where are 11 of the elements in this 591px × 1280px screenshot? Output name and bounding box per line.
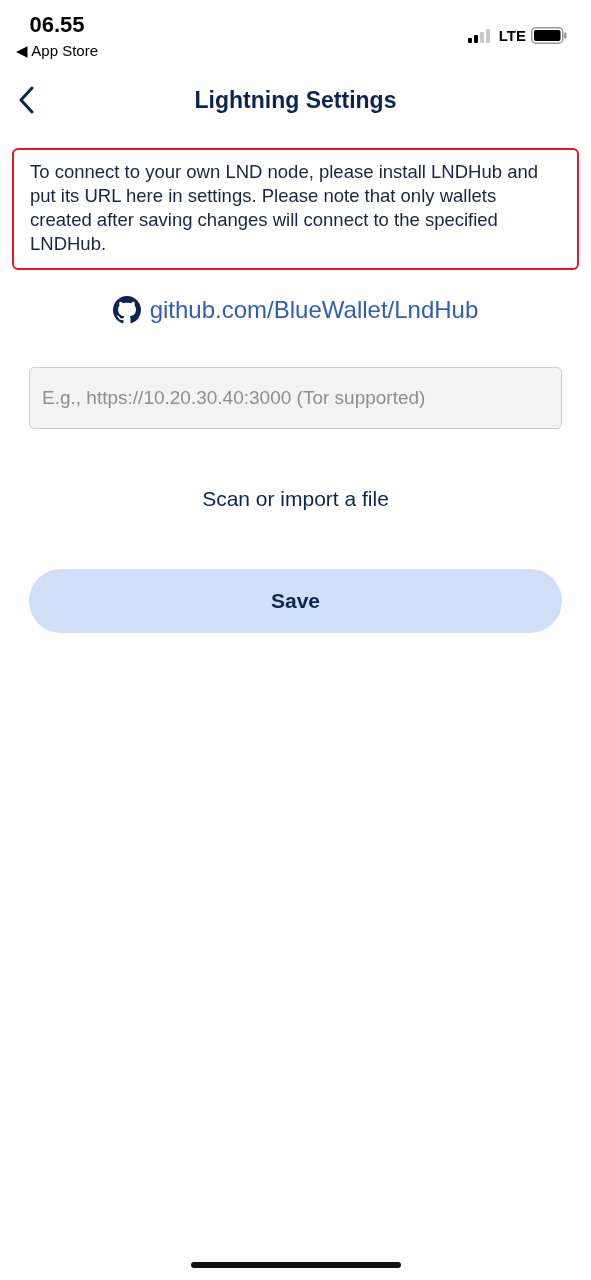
network-label: LTE [498,27,526,44]
back-to-app-link[interactable]: ◀ App Store [16,42,99,60]
github-link[interactable]: github.com/BlueWallet/LndHub [112,296,479,324]
github-icon [112,296,141,324]
back-chevron-icon[interactable] [18,86,34,114]
scan-import-link[interactable]: Scan or import a file [202,487,389,511]
status-time: 06.55 [29,12,85,38]
info-text: To connect to your own LND node, please install LNDHub and put its URL here in settings. Please note that only wallets created after saving changes will connect to the specified LNDHub. [12,148,579,270]
screen-title: Lightning Settings [194,86,397,114]
url-input-field[interactable]: E.g., https://10.20.30.40:3000 (Tor supported) [29,367,562,429]
battery-icon [531,27,567,44]
